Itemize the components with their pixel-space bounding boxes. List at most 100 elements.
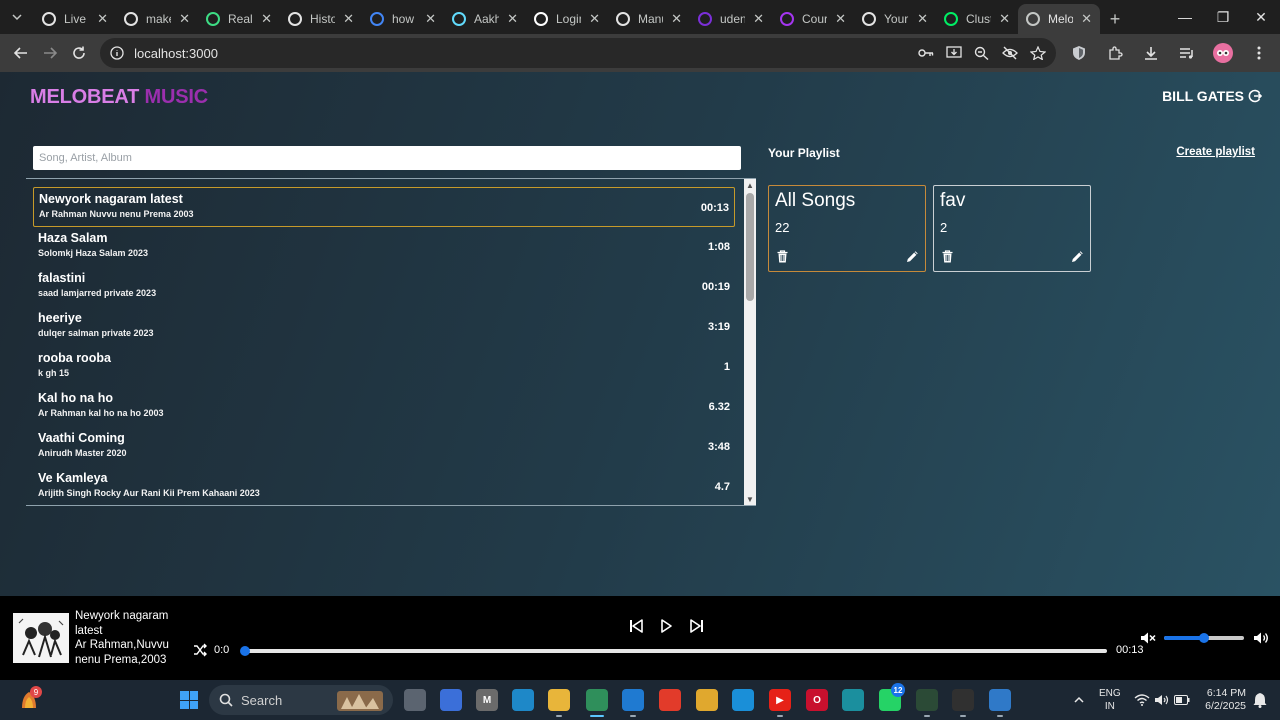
scroll-up-arrow[interactable]: ▲ <box>744 179 756 191</box>
pencil-edit-icon[interactable] <box>906 250 919 263</box>
browser-tab[interactable]: Cour ✕ <box>772 4 854 34</box>
zoom-icon[interactable] <box>974 46 990 60</box>
app-logo[interactable]: MELOBEAT MUSIC <box>30 86 208 109</box>
copilot-icon[interactable] <box>440 689 462 711</box>
opera-icon[interactable]: O <box>806 689 828 711</box>
browser-tab[interactable]: Live S ✕ <box>34 4 116 34</box>
browser-tab[interactable]: uden ✕ <box>690 4 772 34</box>
new-tab-button[interactable]: + <box>1100 4 1130 34</box>
close-tab-icon[interactable]: ✕ <box>999 11 1010 27</box>
downloads-button[interactable] <box>1136 38 1166 68</box>
mail-icon[interactable]: M <box>476 689 498 711</box>
playlist-card[interactable]: All Songs 22 <box>768 185 926 272</box>
youtube-icon[interactable]: ▶ <box>769 689 791 717</box>
widgets-button[interactable]: 9 <box>18 686 42 710</box>
song-row[interactable]: Kal ho na ho Ar Rahman kal ho na ho 2003 6… <box>33 387 735 427</box>
eye-off-icon[interactable] <box>1002 46 1018 60</box>
volume-max-icon[interactable] <box>1253 631 1269 645</box>
system-clock[interactable]: 6:14 PM 6/2/2025 <box>1196 687 1246 713</box>
bookmark-star-icon[interactable] <box>1030 46 1047 60</box>
task-view-icon[interactable] <box>404 689 426 711</box>
scroll-down-arrow[interactable]: ▼ <box>744 493 756 505</box>
mute-icon[interactable] <box>1140 631 1156 645</box>
seek-handle[interactable] <box>240 646 250 656</box>
song-row[interactable]: rooba rooba k gh 15 1 <box>33 347 735 387</box>
song-search-input[interactable] <box>33 146 741 170</box>
browser-tab[interactable]: Melo ✕ <box>1018 4 1100 34</box>
vscode-icon[interactable] <box>622 689 644 717</box>
close-tab-icon[interactable]: ✕ <box>343 11 354 27</box>
tab-search-button[interactable] <box>0 0 34 34</box>
mongodb-compass-icon[interactable] <box>916 689 938 717</box>
close-window-button[interactable]: ✕ <box>1242 0 1280 34</box>
close-tab-icon[interactable]: ✕ <box>835 11 846 27</box>
reload-button[interactable] <box>65 38 94 68</box>
song-row[interactable]: heeriye dulqer salman private 2023 3:19 <box>33 307 735 347</box>
playlist-card[interactable]: fav 2 <box>933 185 1091 272</box>
pencil-edit-icon[interactable] <box>1071 250 1084 263</box>
browser-tab[interactable]: Real- ✕ <box>198 4 280 34</box>
volume-slider[interactable] <box>1164 633 1244 643</box>
edge-icon[interactable] <box>842 689 864 711</box>
scrollbar-thumb[interactable] <box>746 193 754 301</box>
song-list-scrollbar[interactable]: ▲ ▼ <box>744 179 756 505</box>
close-tab-icon[interactable]: ✕ <box>425 11 436 27</box>
song-row[interactable]: Ve Kamleya Arijith Singh Rocky Aur Rani K… <box>33 467 735 505</box>
browser-tab[interactable]: Aakh ✕ <box>444 4 526 34</box>
desktop-icon[interactable] <box>512 689 534 711</box>
close-tab-icon[interactable]: ✕ <box>753 11 764 27</box>
whatsapp-icon[interactable]: 12 <box>879 683 905 711</box>
close-tab-icon[interactable]: ✕ <box>507 11 518 27</box>
volume-handle[interactable] <box>1199 633 1209 643</box>
close-tab-icon[interactable]: ✕ <box>261 11 272 27</box>
song-row[interactable]: Haza Salam Solomkj Haza Salam 2023 1:08 <box>33 227 735 267</box>
close-tab-icon[interactable]: ✕ <box>1081 11 1092 27</box>
prime-video-icon[interactable] <box>732 689 754 711</box>
forward-button[interactable] <box>35 38 64 68</box>
notification-bell-icon[interactable] <box>1253 692 1267 708</box>
input-language-indicator[interactable]: ENG IN <box>1099 687 1121 713</box>
song-row[interactable]: falastini saad lamjarred private 2023 00:1… <box>33 267 735 307</box>
wifi-icon[interactable] <box>1134 694 1150 706</box>
chrome-icon[interactable] <box>586 689 608 717</box>
previous-track-button[interactable] <box>626 616 646 636</box>
close-tab-icon[interactable]: ✕ <box>97 11 108 27</box>
browser-tab[interactable]: Login ✕ <box>526 4 608 34</box>
url-text[interactable]: localhost:3000 <box>134 46 218 61</box>
speaker-icon[interactable] <box>1154 694 1170 706</box>
extensions-button[interactable] <box>1100 38 1130 68</box>
profile-button[interactable] <box>1208 38 1238 68</box>
minimize-button[interactable]: — <box>1166 0 1204 34</box>
seek-bar[interactable] <box>240 646 1107 656</box>
close-tab-icon[interactable]: ✕ <box>671 11 682 27</box>
file-explorer-icon[interactable] <box>548 689 570 717</box>
create-playlist-link[interactable]: Create playlist <box>1176 146 1255 158</box>
taskbar-search[interactable]: Search <box>209 685 393 715</box>
browser-tab[interactable]: make ✕ <box>116 4 198 34</box>
trash-icon[interactable] <box>942 250 953 263</box>
start-button[interactable] <box>180 691 198 709</box>
password-key-icon[interactable] <box>918 46 934 60</box>
media-control-button[interactable] <box>1172 38 1202 68</box>
browser-tab[interactable]: how ✕ <box>362 4 444 34</box>
tray-overflow-icon[interactable] <box>1073 694 1085 706</box>
trash-icon[interactable] <box>777 250 788 263</box>
git-icon[interactable] <box>659 689 681 711</box>
chrome-alt-icon[interactable] <box>696 689 718 711</box>
edge-dev-icon[interactable] <box>989 689 1011 717</box>
back-button[interactable] <box>6 38 35 68</box>
browser-tab[interactable]: Histo ✕ <box>280 4 362 34</box>
next-track-button[interactable] <box>687 616 707 636</box>
play-button[interactable] <box>656 616 676 636</box>
install-app-icon[interactable] <box>946 46 962 60</box>
notion-icon[interactable] <box>952 689 974 717</box>
maximize-button[interactable]: ❐ <box>1204 0 1242 34</box>
close-tab-icon[interactable]: ✕ <box>917 11 928 27</box>
close-tab-icon[interactable]: ✕ <box>179 11 190 27</box>
browser-tab[interactable]: Manu ✕ <box>608 4 690 34</box>
address-bar[interactable]: localhost:3000 <box>100 38 1057 68</box>
user-logout-button[interactable]: BILL GATES <box>1162 88 1262 104</box>
browser-tab[interactable]: Clust ✕ <box>936 4 1018 34</box>
shuffle-icon[interactable] <box>193 643 207 657</box>
browser-tab[interactable]: Your ✕ <box>854 4 936 34</box>
